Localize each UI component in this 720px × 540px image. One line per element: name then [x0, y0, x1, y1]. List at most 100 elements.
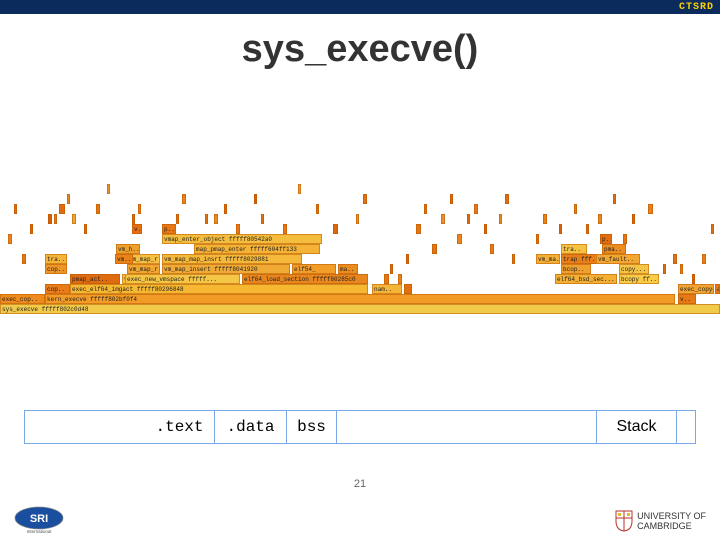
slide-title: sys_execve(): [0, 28, 720, 71]
flame-frame: vm_ma..: [536, 254, 560, 264]
flame-frame: [261, 214, 264, 224]
footer: SRI International UNIVERSITY OF CAMBRIDG…: [0, 500, 720, 534]
cambridge-logo: UNIVERSITY OF CAMBRIDGE: [615, 510, 706, 532]
flame-frame: [333, 224, 338, 234]
flame-frame: [702, 254, 706, 264]
mem-gap-right: [677, 411, 695, 443]
memory-layout-bar: .text .data bss Stack: [24, 410, 696, 444]
flame-frame: [8, 234, 12, 244]
mem-stack-segment: Stack: [597, 411, 677, 443]
flame-frame: [692, 274, 695, 284]
cambridge-shield-icon: [615, 510, 633, 532]
flame-frame: [254, 194, 257, 204]
flame-frame: exec_cop..: [0, 294, 45, 304]
flame-frame: [559, 224, 562, 234]
flame-frame: [432, 244, 437, 254]
flame-frame: [398, 274, 402, 284]
flame-frame: [406, 254, 409, 264]
flame-frame: [384, 274, 389, 284]
flame-frame: [283, 224, 287, 234]
svg-text:SRI: SRI: [30, 513, 48, 525]
flame-frame: [467, 214, 470, 224]
flame-frame: [14, 204, 17, 214]
flame-frame: trap fff...: [561, 254, 597, 264]
flame-frame: [623, 234, 627, 244]
flame-frame: vm_h..: [116, 244, 140, 254]
flame-frame: [390, 264, 393, 274]
flame-frame: [363, 194, 367, 204]
flame-frame: bcopy ff...: [619, 274, 659, 284]
top-bar: CTSRD: [0, 0, 720, 14]
flame-frame: pmap_act..: [70, 274, 120, 284]
flame-frame: [298, 184, 301, 194]
flame-frame: p..: [600, 234, 612, 244]
flame-frame: [214, 214, 218, 224]
svg-text:International: International: [27, 529, 52, 534]
flame-frame: vm_fault..: [596, 254, 640, 264]
flame-frame: [416, 224, 421, 234]
flame-frame: [224, 204, 227, 214]
flame-frame: [574, 204, 577, 214]
flame-frame: bcop..: [561, 264, 591, 274]
flame-frame: [54, 214, 57, 224]
flame-frame: [67, 194, 70, 204]
flame-frame: map_pmap_enter fffff604ff133: [194, 244, 320, 254]
flame-frame: sys_execve fffff802c0d48: [0, 304, 720, 314]
flame-frame: elf54_: [292, 264, 336, 274]
flame-frame: elf64_load_section fffff80285c0: [242, 274, 368, 284]
flame-frame: [84, 224, 87, 234]
flame-frame: [536, 234, 539, 244]
flame-frame: vm_map_map_insrt fffff8029881: [162, 254, 302, 264]
flame-frame: [474, 204, 478, 214]
flame-frame: elf64_bsd_sec...: [555, 274, 617, 284]
flame-frame: vm_map_insert fffff8041920: [162, 264, 290, 274]
mem-heap-gap: [337, 411, 597, 443]
flame-frame: copy...: [619, 264, 649, 274]
cambridge-line2: CAMBRIDGE: [637, 521, 706, 531]
flamegraph: sys_execve fffff802c0d48exec_cop..kern_e…: [0, 178, 720, 314]
flame-frame: kern_execve fffff802bf0f4: [45, 294, 675, 304]
flame-frame: [59, 204, 65, 214]
flame-frame: vm_map_r..: [127, 264, 160, 274]
flame-frame: v..: [678, 294, 696, 304]
mem-gap-left: [25, 411, 145, 443]
flame-frame: [182, 194, 186, 204]
cambridge-line1: UNIVERSITY OF: [637, 511, 706, 521]
flame-frame: cop..: [45, 264, 67, 274]
flame-frame: vm..: [115, 254, 133, 264]
flame-frame: [543, 214, 547, 224]
flame-frame: cop..: [45, 284, 70, 294]
flame-frame: tra..: [45, 254, 67, 264]
flame-frame: [356, 214, 359, 224]
flame-frame: [48, 214, 52, 224]
flame-frame: [107, 184, 110, 194]
flame-frame: [648, 204, 653, 214]
flame-frame: [22, 254, 26, 264]
flame-frame: [613, 194, 616, 204]
flame-frame: [441, 214, 445, 224]
flame-frame: vmap_enter_object fffff80542a0: [162, 234, 322, 244]
flame-frame: nam..: [372, 284, 402, 294]
sri-logo: SRI International: [14, 506, 64, 534]
flame-frame: [673, 254, 677, 264]
flame-frame: [484, 224, 487, 234]
flame-frame: [450, 194, 453, 204]
flame-frame: [632, 214, 635, 224]
flame-frame: [96, 204, 100, 214]
flame-frame: [132, 214, 135, 224]
flame-frame: p..: [162, 224, 176, 234]
mem-data-segment: .data: [215, 411, 287, 443]
flame-frame: [663, 264, 666, 274]
flame-frame: [205, 214, 208, 224]
flame-frame: [236, 224, 240, 234]
flame-frame: v..: [132, 224, 142, 234]
flame-frame: [505, 194, 509, 204]
flame-frame: [680, 264, 683, 274]
flame-frame: [424, 204, 427, 214]
flame-frame: exec_elf64_imgact fffff80296848: [70, 284, 368, 294]
page-number: 21: [0, 478, 720, 490]
flame-frame: [72, 214, 76, 224]
flame-frame: [586, 224, 589, 234]
flame-frame: [512, 254, 515, 264]
flame-frame: a..: [715, 284, 720, 294]
